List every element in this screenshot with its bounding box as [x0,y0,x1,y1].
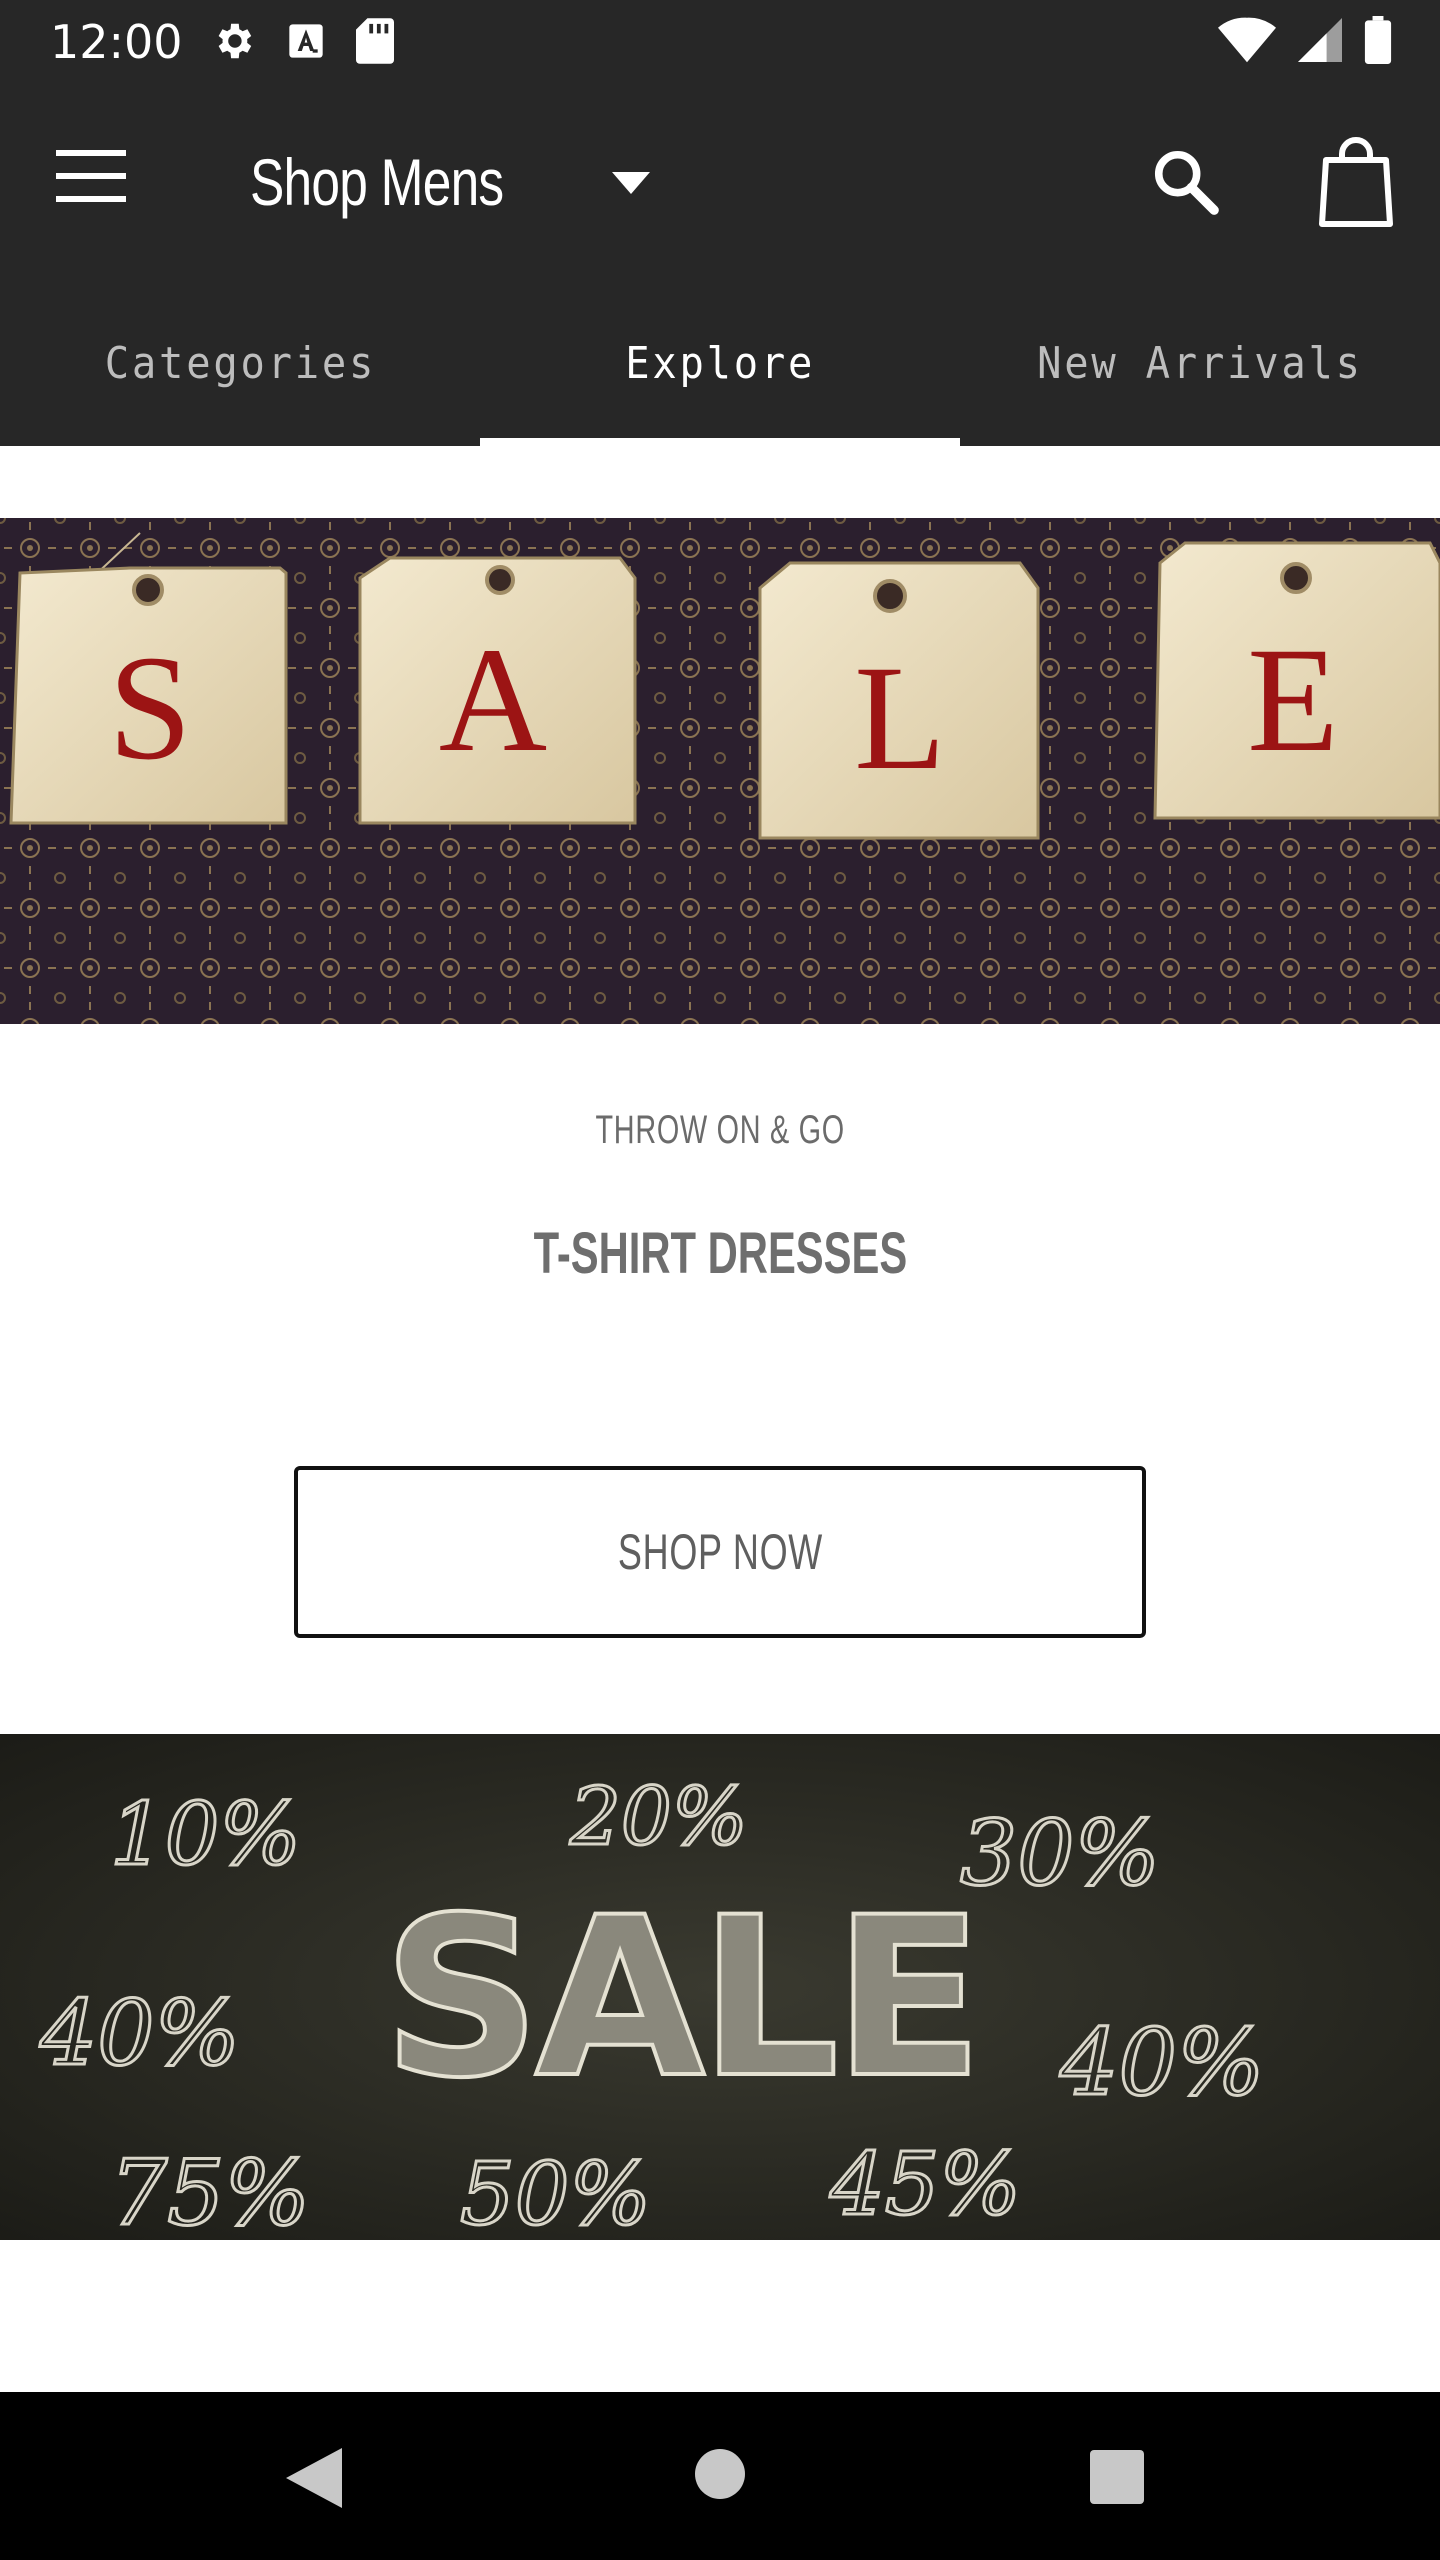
chalk-sale-word: SALE [382,1870,977,2126]
shop-now-button[interactable]: SHOP NOW [294,1466,1146,1638]
tag-letter: A [439,617,547,783]
promo-kicker: THROW ON & GO [0,1108,1440,1153]
search-icon [1154,150,1219,215]
sale-tags-image: S A L E [0,518,1440,1024]
percent-mark: 45% [829,2135,1021,2235]
promo-title-text: T-SHIRT DRESSES [533,1221,907,1286]
cart-button[interactable] [1318,136,1394,233]
chalkboard-sale-banner[interactable]: 10% 20% 30% 40% 40% 75% 50% 45% SALE [0,1734,1440,2240]
system-nav-bar [0,2392,1440,2560]
store-title: Shop Mens [250,145,504,219]
wifi-icon [1218,17,1276,63]
search-button[interactable] [1150,146,1220,221]
sale-tags-banner[interactable]: S A L E [0,518,1440,1024]
home-icon[interactable] [694,2448,746,2500]
status-bar: 12:00 [0,0,1440,84]
shop-now-label: SHOP NOW [617,1524,823,1580]
chalkboard-sale-image: 10% 20% 30% 40% 40% 75% 50% 45% SALE [0,1734,1440,2240]
text-a-icon [289,24,323,58]
percent-mark: 20% [569,1770,748,1863]
promo-kicker-text: THROW ON & GO [595,1108,845,1152]
percent-mark: 10% [110,1785,301,1885]
sale-tag-a: A [358,556,637,825]
sale-tag-e: E [1153,541,1440,820]
store-selector[interactable]: Shop Mens [250,132,650,232]
status-time: 12:00 [50,15,183,69]
percent-mark: 30% [960,1801,1160,1906]
gear-icon [218,23,252,59]
status-icons-right [1218,16,1392,64]
promo-title: T-SHIRT DRESSES [0,1220,1440,1287]
percent-mark: 40% [39,1981,240,2086]
tab-label: Explore [625,337,815,389]
tab-new-arrivals[interactable]: New Arrivals [960,280,1440,446]
percent-mark: 40% [1059,2009,1264,2116]
battery-icon [1364,16,1392,64]
dropdown-caret-icon [612,172,650,194]
tag-letter: L [854,635,946,801]
menu-icon [56,150,126,202]
status-icons-left [210,18,394,64]
shopping-bag-icon [1319,137,1393,227]
menu-button[interactable] [56,150,136,214]
percent-mark: 50% [460,2145,651,2240]
tab-label: New Arrivals [1037,337,1363,389]
recents-icon[interactable] [1090,2450,1144,2504]
tab-bar: Categories Explore New Arrivals [0,280,1440,446]
back-icon[interactable] [286,2448,342,2508]
sale-tag-l: L [758,561,1040,840]
tag-letter: S [108,625,191,791]
tab-categories[interactable]: Categories [0,280,480,446]
tab-label: Categories [104,337,376,389]
sd-card-icon [356,18,394,64]
tag-letter: E [1247,617,1339,783]
cell-signal-icon [1298,18,1342,62]
tab-explore[interactable]: Explore [480,280,960,446]
app-bar: Shop Mens [0,84,1440,280]
percent-mark: 75% [110,2141,310,2240]
